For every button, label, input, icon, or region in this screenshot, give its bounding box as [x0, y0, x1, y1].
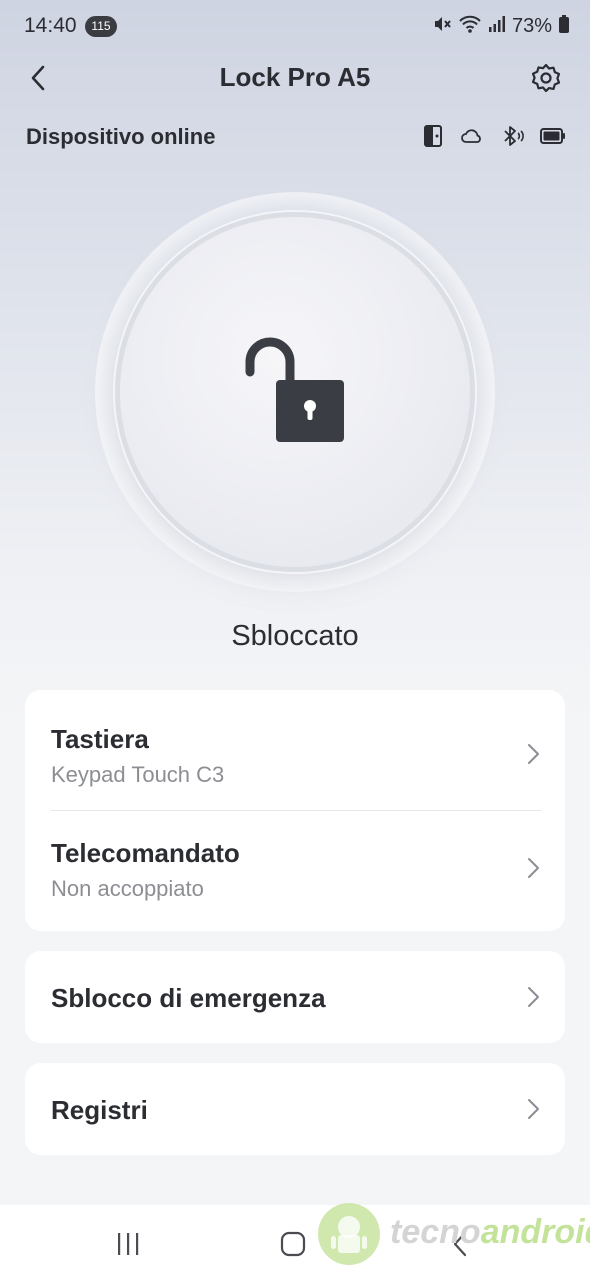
chevron-right-icon [528, 1099, 539, 1119]
gear-icon [531, 63, 561, 93]
lock-state-label: Sbloccato [231, 620, 359, 652]
android-logo-icon [318, 1203, 380, 1265]
lock-toggle-button[interactable] [115, 212, 475, 572]
notification-count-badge: 115 [85, 16, 117, 37]
device-battery-icon [540, 127, 566, 150]
wifi-icon [458, 14, 482, 39]
keypad-subtitle: Keypad Touch C3 [51, 762, 225, 787]
recent-apps-button[interactable] [108, 1227, 148, 1261]
page-title: Lock Pro A5 [219, 62, 371, 92]
settings-button[interactable] [528, 60, 564, 96]
app-header: Lock Pro A5 [0, 56, 590, 100]
accessories-card: Tastiera Keypad Touch C3 Telecomandato N… [25, 690, 565, 931]
chevron-right-icon [528, 744, 539, 764]
signal-icon [488, 14, 506, 39]
unlocked-padlock-icon [245, 337, 344, 442]
remote-title: Telecomandato [51, 838, 240, 868]
remote-subtitle: Non accoppiato [51, 876, 204, 901]
logs-title: Registri [51, 1095, 148, 1125]
device-status-row: Dispositivo online [26, 122, 566, 152]
logs-card[interactable]: Registri [25, 1063, 565, 1155]
watermark-text-a: tecno [390, 1213, 481, 1251]
status-time: 14:40 [24, 14, 77, 37]
device-status-text: Dispositivo online [26, 124, 216, 149]
watermark: tecnoandroid [318, 1203, 590, 1267]
device-status-icons [422, 124, 566, 153]
battery-icon [558, 14, 570, 39]
chevron-right-icon [528, 987, 539, 1007]
list-item-remote[interactable]: Telecomandato Non accoppiato [25, 810, 565, 931]
list-item-keypad[interactable]: Tastiera Keypad Touch C3 [25, 690, 565, 810]
watermark-text-b: android [480, 1213, 590, 1251]
door-sensor-icon [422, 124, 444, 153]
mute-icon [432, 14, 452, 39]
home-icon [280, 1231, 306, 1257]
home-button[interactable] [273, 1227, 313, 1261]
watermark-text: tecnoandroid [390, 1213, 590, 1252]
status-bar: 14:40 115 73% [0, 0, 590, 56]
emergency-unlock-title: Sblocco di emergenza [51, 983, 326, 1013]
bluetooth-icon [500, 125, 524, 152]
emergency-unlock-card[interactable]: Sblocco di emergenza [25, 951, 565, 1043]
battery-percentage: 73% [511, 15, 552, 37]
keypad-title: Tastiera [51, 724, 149, 754]
status-icons: 73% [432, 14, 570, 39]
cloud-icon [460, 126, 484, 151]
recent-apps-icon [118, 1233, 139, 1255]
chevron-right-icon [528, 858, 539, 878]
